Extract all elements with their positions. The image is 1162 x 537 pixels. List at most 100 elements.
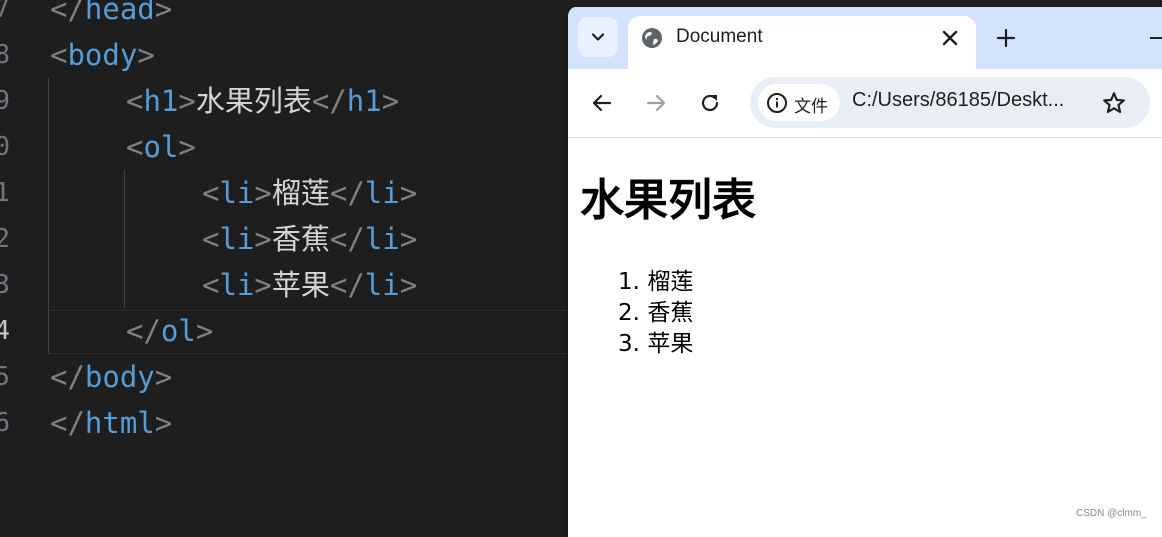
tag-name: li bbox=[219, 176, 255, 210]
code-line[interactable]: 4 </ol> bbox=[0, 308, 566, 354]
close-icon[interactable] bbox=[940, 28, 960, 48]
tag-name: body bbox=[84, 360, 155, 394]
tag-name: ol bbox=[143, 130, 179, 164]
end-open-bracket: </ bbox=[329, 176, 365, 210]
open-bracket: </ bbox=[50, 406, 85, 440]
line-number: 9 bbox=[0, 86, 10, 116]
code-line[interactable]: 1 <li>榴莲</li> bbox=[0, 170, 566, 216]
close-bracket: > bbox=[254, 268, 272, 302]
tab-strip: Document bbox=[568, 7, 1162, 69]
line-number: 5 bbox=[0, 362, 10, 392]
site-info-label: 文件 bbox=[794, 97, 828, 116]
close-bracket: > bbox=[154, 0, 173, 26]
close-bracket: > bbox=[254, 222, 272, 256]
open-bracket: < bbox=[202, 222, 220, 256]
tab-title: Document bbox=[676, 26, 763, 47]
info-icon bbox=[767, 93, 787, 113]
site-info-chip[interactable]: 文件 bbox=[758, 84, 840, 121]
code-content: <li>香蕉</li> bbox=[202, 216, 417, 262]
tag-name: h1 bbox=[143, 84, 179, 118]
element-text: 榴莲 bbox=[271, 176, 330, 210]
open-bracket: </ bbox=[50, 360, 85, 394]
globe-icon bbox=[642, 28, 662, 48]
open-bracket: < bbox=[50, 38, 68, 72]
tag-name: head bbox=[84, 0, 155, 26]
list-item-number: 1. bbox=[618, 269, 640, 295]
reload-icon[interactable] bbox=[698, 91, 722, 115]
close-bracket: > bbox=[178, 130, 196, 164]
code-line[interactable]: 7 </head> bbox=[0, 0, 566, 32]
code-content: <body> bbox=[50, 32, 155, 78]
line-number: 7 bbox=[0, 0, 10, 24]
plus-icon[interactable] bbox=[994, 26, 1018, 50]
tag-name: li bbox=[219, 268, 255, 302]
tab-document[interactable]: Document bbox=[628, 16, 976, 69]
code-line[interactable]: 0 <ol> bbox=[0, 124, 566, 170]
back-arrow-icon[interactable] bbox=[590, 91, 614, 115]
end-close-bracket: > bbox=[381, 84, 400, 118]
line-number: 8 bbox=[0, 40, 10, 70]
star-icon[interactable] bbox=[1101, 90, 1127, 116]
fruit-list: 1. 榴莲 2. 香蕉 3. 苹果 bbox=[592, 267, 693, 360]
watermark: CSDN @clmm_ bbox=[1076, 508, 1147, 519]
page-heading: 水果列表 bbox=[580, 175, 756, 226]
list-item: 3. 苹果 bbox=[592, 329, 693, 360]
code-line[interactable]: 2 <li>香蕉</li> bbox=[0, 216, 566, 262]
tag-name: body bbox=[67, 38, 138, 72]
code-content: <li>苹果</li> bbox=[202, 262, 417, 308]
tag-name: html bbox=[84, 406, 155, 440]
line-number: 0 bbox=[0, 132, 10, 162]
code-content: </ol> bbox=[126, 308, 213, 354]
element-text: 香蕉 bbox=[271, 222, 330, 256]
code-line[interactable]: 8 <body> bbox=[0, 32, 566, 78]
browser-toolbar: 文件 C:/Users/86185/Deskt... bbox=[568, 69, 1162, 138]
code-line[interactable]: 9 <h1>水果列表</h1> bbox=[0, 78, 566, 124]
close-bracket: > bbox=[254, 176, 272, 210]
list-item-number: 3. bbox=[618, 331, 640, 357]
end-tag-name: h1 bbox=[346, 84, 382, 118]
end-close-bracket: > bbox=[399, 222, 418, 256]
end-open-bracket: </ bbox=[311, 84, 347, 118]
end-open-bracket: </ bbox=[329, 268, 365, 302]
end-tag-name: li bbox=[364, 176, 400, 210]
open-bracket: </ bbox=[126, 314, 161, 348]
close-bracket: > bbox=[154, 406, 173, 440]
address-bar[interactable]: 文件 C:/Users/86185/Deskt... bbox=[750, 77, 1150, 128]
line-number: 1 bbox=[0, 178, 10, 208]
close-bracket: > bbox=[178, 84, 196, 118]
code-editor[interactable]: 7 </head> 8 <body> 9 <h1>水果列表</h1> 0 <ol> 1 <li>榴… bbox=[0, 0, 566, 529]
forward-arrow-icon[interactable] bbox=[644, 91, 668, 115]
code-line[interactable]: 3 <li>苹果</li> bbox=[0, 262, 566, 308]
page-content: 水果列表 1. 榴莲 2. 香蕉 3. 苹果 CSDN @clmm_ bbox=[568, 138, 1162, 537]
list-item-number: 2. bbox=[618, 300, 640, 326]
open-bracket: < bbox=[126, 84, 144, 118]
code-line[interactable]: 6 </html> bbox=[0, 400, 566, 446]
code-content: <h1>水果列表</h1> bbox=[126, 78, 399, 124]
tag-name: ol bbox=[160, 314, 196, 348]
list-item: 1. 榴莲 bbox=[592, 267, 693, 298]
code-content: </html> bbox=[50, 400, 172, 446]
open-bracket: </ bbox=[50, 0, 85, 26]
close-bracket: > bbox=[154, 360, 173, 394]
tab-search-button[interactable] bbox=[578, 17, 618, 57]
url-text[interactable]: C:/Users/86185/Deskt... bbox=[852, 89, 1064, 112]
tag-name: li bbox=[219, 222, 255, 256]
minimize-button[interactable] bbox=[1150, 37, 1162, 39]
code-content: <li>榴莲</li> bbox=[202, 170, 417, 216]
end-close-bracket: > bbox=[399, 268, 418, 302]
line-number: 3 bbox=[0, 270, 10, 300]
end-tag-name: li bbox=[364, 222, 400, 256]
end-close-bracket: > bbox=[399, 176, 418, 210]
list-item-text: 香蕉 bbox=[647, 300, 694, 326]
close-bracket: > bbox=[137, 38, 155, 72]
end-tag-name: li bbox=[364, 268, 400, 302]
line-number: 4 bbox=[0, 316, 10, 346]
list-item: 2. 香蕉 bbox=[592, 298, 693, 329]
code-content: </head> bbox=[50, 0, 172, 32]
open-bracket: < bbox=[202, 176, 220, 210]
list-item-text: 苹果 bbox=[647, 331, 694, 357]
line-number: 6 bbox=[0, 408, 10, 438]
code-content: </body> bbox=[50, 354, 172, 400]
element-text: 苹果 bbox=[271, 268, 330, 302]
code-line[interactable]: 5 </body> bbox=[0, 354, 566, 400]
